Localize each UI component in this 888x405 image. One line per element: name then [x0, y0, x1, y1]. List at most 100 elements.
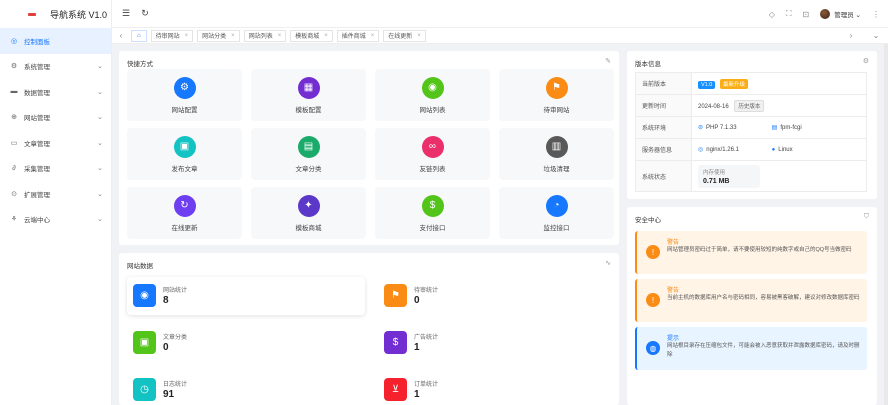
- sidebar-item-0[interactable]: ◎ 控制面板: [0, 28, 111, 54]
- quick-item[interactable]: ◔ 监控接口: [499, 187, 614, 239]
- stat-value: 8: [163, 295, 169, 306]
- quick-item[interactable]: ∞ 友链列表: [375, 128, 490, 180]
- stats-card: 网站数据 ∿ ◉ 网站统计 8 ⚑ 待审统计 0 ▣ 文章分类 0 $ 广告统计 1 ◷ 日志统计 91 ⊻ 订…: [119, 253, 619, 405]
- fullscreen-icon[interactable]: ⛶: [786, 9, 792, 19]
- php-icon: ⊜: [698, 125, 704, 131]
- warning-icon: !: [646, 293, 660, 307]
- app-title: 导航系统 V1.0: [50, 9, 108, 20]
- sidebar-item-label: 扩展管理: [24, 191, 50, 199]
- lock-icon[interactable]: ⊡: [803, 10, 810, 19]
- tab-2[interactable]: 网站列表 ×: [243, 29, 287, 42]
- env-key: 系统环境: [635, 116, 692, 139]
- tab-label: 网站列表: [248, 34, 273, 40]
- tab-label: 网站分类: [202, 34, 227, 40]
- close-icon[interactable]: ×: [278, 33, 282, 39]
- sidebar-item-4[interactable]: ▭ 文章管理 ⌄: [0, 130, 111, 156]
- quick-item[interactable]: ▥ 垃圾清理: [499, 128, 614, 180]
- tab-label: 插件商城: [341, 34, 366, 40]
- flag-icon: ⚑: [545, 76, 568, 99]
- close-icon[interactable]: ×: [417, 33, 421, 39]
- stat-item[interactable]: ◷ 日志统计 91: [127, 371, 365, 405]
- quick-label: 垃圾清理: [543, 165, 570, 173]
- stat-item[interactable]: ⚑ 待审统计 0: [378, 277, 616, 315]
- close-icon[interactable]: ×: [324, 33, 328, 39]
- tab-home[interactable]: ⌂: [131, 29, 147, 42]
- history-badge[interactable]: 历史版本: [734, 99, 765, 112]
- quick-label: 监控接口: [543, 224, 570, 232]
- clock-icon: ◷: [133, 378, 156, 401]
- close-icon[interactable]: ×: [185, 33, 189, 39]
- linux-icon: ●: [771, 147, 776, 153]
- quick-item[interactable]: ⚙ 网站配置: [127, 69, 242, 121]
- quick-label: 友链列表: [419, 165, 446, 173]
- tab-4[interactable]: 插件商城 ×: [336, 29, 380, 42]
- settings-icon: ⚙: [173, 76, 196, 99]
- sidebar-item-6[interactable]: ⊙ 扩展管理 ⌄: [0, 181, 111, 207]
- stat-label: 广告统计: [414, 335, 439, 341]
- close-icon[interactable]: ×: [231, 33, 235, 39]
- template-icon: ▦: [297, 76, 320, 99]
- tab-next-icon[interactable]: ›: [845, 31, 857, 40]
- settings-icon[interactable]: ⚙: [863, 57, 869, 65]
- sidebar-item-1[interactable]: ⚙ 系统管理 ⌄: [0, 54, 111, 80]
- more-icon[interactable]: ⋮: [872, 10, 880, 19]
- cloud-icon: ⚘: [10, 216, 18, 224]
- tab-3[interactable]: 模板商城 ×: [290, 29, 333, 42]
- avatar[interactable]: [820, 9, 831, 19]
- alert-title: 警告: [667, 288, 680, 294]
- extension-icon: ⊙: [11, 190, 17, 198]
- warning-icon: !: [646, 245, 660, 259]
- alert-title: 提示: [667, 336, 680, 342]
- tab-prev-icon[interactable]: ‹: [115, 31, 127, 40]
- quick-label: 支付接口: [419, 224, 446, 232]
- version-card: 版本信息 ⚙ 当前版本 V1.0 最新升级 更新时间 2024-08-16 历史…: [627, 51, 877, 199]
- stat-value: 1: [414, 342, 420, 353]
- stat-item[interactable]: ▣ 文章分类 0: [127, 324, 365, 362]
- scrollbar[interactable]: [884, 44, 888, 405]
- theme-icon[interactable]: ◇: [769, 10, 775, 19]
- app-logo[interactable]: 导航系统 V1.0: [0, 0, 111, 28]
- quick-item[interactable]: ✦ 模板商城: [251, 187, 366, 239]
- status-value: 内存使用 0.71 MB: [691, 160, 867, 192]
- user-name[interactable]: 管理员 ⌄: [834, 9, 861, 19]
- gear-icon: ⚙: [10, 63, 18, 71]
- quick-item[interactable]: ▣ 发布文章: [127, 128, 242, 180]
- sidebar-item-3[interactable]: ⊕ 网站管理 ⌄: [0, 105, 111, 131]
- payment-icon: $: [421, 194, 444, 217]
- quick-item[interactable]: ◉ 网站列表: [375, 69, 490, 121]
- tab-menu-icon[interactable]: ⌄: [870, 31, 882, 40]
- refresh-icon[interactable]: ↻: [140, 8, 150, 19]
- sidebar-item-2[interactable]: ▬ 数据管理 ⌄: [0, 79, 111, 105]
- quick-title: 快捷方式: [127, 61, 153, 68]
- chevron-down-icon: ⌄: [97, 114, 103, 122]
- book-icon: ▭: [10, 139, 18, 147]
- stat-item[interactable]: $ 广告统计 1: [378, 324, 616, 362]
- quick-item[interactable]: $ 支付接口: [375, 187, 490, 239]
- upgrade-badge[interactable]: 最新升级: [720, 78, 749, 89]
- quick-item[interactable]: ▦ 模板配置: [251, 69, 366, 121]
- pulse-icon[interactable]: ∿: [605, 259, 611, 267]
- menu-toggle-icon[interactable]: ☰: [121, 8, 131, 19]
- quick-item[interactable]: ↻ 在线更新: [127, 187, 242, 239]
- logo-mark-icon: [28, 12, 36, 16]
- close-icon[interactable]: ×: [371, 33, 375, 39]
- chevron-down-icon: ⌄: [97, 88, 103, 96]
- tab-1[interactable]: 网站分类 ×: [197, 29, 240, 42]
- globe-icon: ◉: [133, 284, 156, 307]
- edit-icon[interactable]: ✎: [605, 57, 611, 65]
- chevron-down-icon: ⌄: [97, 63, 103, 71]
- quick-item[interactable]: ⚑ 待审网站: [499, 69, 614, 121]
- document-icon: ▤: [297, 135, 320, 158]
- sidebar-item-5[interactable]: ∂ 采集管理 ⌄: [0, 156, 111, 182]
- monitor-icon: ◔: [545, 194, 568, 217]
- sidebar-item-7[interactable]: ⚘ 云端中心 ⌄: [0, 207, 111, 233]
- sidebar-item-label: 网站管理: [24, 115, 50, 123]
- shield-icon[interactable]: ⛉: [864, 213, 869, 221]
- stat-item[interactable]: ◉ 网站统计 8: [127, 277, 365, 315]
- tab-0[interactable]: 待审网站 ×: [150, 29, 194, 42]
- sidebar: 导航系统 V1.0 ◎ 控制面板 ⚙ 系统管理 ⌄ ▬ 数据管理 ⌄ ⊕ 网站管理 ⌄ ▭ 文章管理 ⌄ ∂…: [0, 0, 112, 405]
- stat-item[interactable]: ⊻ 订单统计 1: [378, 371, 616, 405]
- tab-5[interactable]: 在线更新 ×: [383, 29, 426, 42]
- quick-item[interactable]: ▤ 文章分类: [251, 128, 366, 180]
- chevron-down-icon: ⌄: [97, 165, 103, 173]
